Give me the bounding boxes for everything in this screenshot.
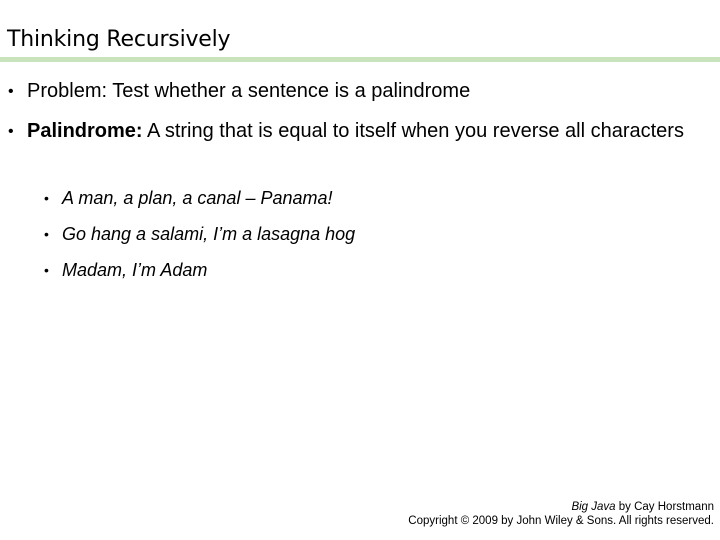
example-text: A man, a plan, a canal – Panama!	[62, 188, 333, 208]
footer-book-credit: Big Java by Cay Horstmann	[408, 500, 714, 514]
bullet-marker-icon: •	[8, 83, 14, 100]
footer-book-title: Big Java	[571, 501, 616, 513]
bullet-text: Palindrome: A string that is equal to it…	[27, 118, 717, 145]
footer-byline: by Cay Horstmann	[615, 501, 714, 513]
definition-text: A string that is equal to itself when yo…	[142, 120, 684, 142]
sub-bullet-marker-icon: •	[44, 262, 49, 278]
sub-bullet-marker-icon: •	[44, 190, 49, 206]
slide-footer: Big Java by Cay Horstmann Copyright © 20…	[408, 500, 714, 528]
definition-term: Palindrome:	[27, 120, 143, 142]
bullet-text: Problem: Test whether a sentence is a pa…	[27, 80, 471, 102]
example-text: Madam, I’m Adam	[62, 260, 208, 280]
sub-bullet-marker-icon: •	[44, 226, 49, 242]
title-divider	[0, 57, 720, 62]
slide-title: Thinking Recursively	[7, 27, 231, 52]
bullet-marker-icon: •	[8, 123, 14, 140]
footer-copyright: Copyright © 2009 by John Wiley & Sons. A…	[408, 515, 714, 527]
example-text: Go hang a salami, I’m a lasagna hog	[62, 224, 356, 244]
